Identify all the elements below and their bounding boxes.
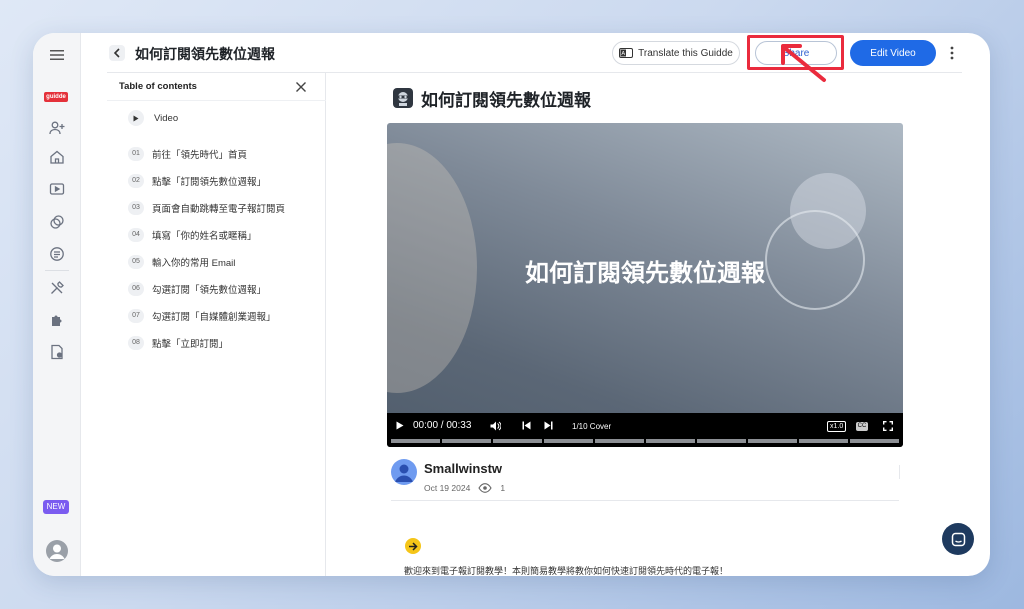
step-label: 勾選訂閱「自媒體創業週報」 — [152, 311, 276, 323]
chat-icon — [951, 532, 965, 546]
translate-label: Translate this Guidde — [638, 47, 733, 59]
tools-icon[interactable] — [47, 278, 67, 298]
progress-segment[interactable] — [391, 439, 440, 443]
step-number: 01 — [128, 146, 144, 161]
document-settings-icon[interactable] — [47, 342, 67, 362]
eye-icon — [478, 483, 492, 493]
progress-segment[interactable] — [442, 439, 491, 443]
progress-segment[interactable] — [850, 439, 899, 443]
intro-text: 歡迎來到電子報訂閱教學！本則簡易教學將教你如何快速訂閱領先時代的電子報！ — [404, 566, 729, 576]
progress-segment[interactable] — [646, 439, 695, 443]
fullscreen-icon[interactable] — [883, 421, 893, 434]
add-user-icon[interactable] — [47, 118, 67, 138]
step-number: 02 — [128, 173, 144, 188]
toc-video-label: Video — [154, 112, 179, 124]
hamburger-menu-icon[interactable] — [47, 45, 67, 65]
toc-header: Table of contents — [107, 73, 326, 101]
step-number: 08 — [128, 335, 144, 350]
playback-speed-button[interactable]: x1.0 — [827, 421, 847, 432]
page-title: 如何訂閱領先數位週報 — [135, 46, 275, 62]
step-label: 頁面會自動跳轉至電子報訂閱頁 — [152, 203, 286, 215]
step-number: 07 — [128, 308, 144, 323]
playlist-icon[interactable] — [47, 244, 67, 264]
video-time: 00:00 / 00:33 — [413, 420, 472, 431]
table-of-contents-panel: Table of contents Video 01 前往「領先時代」首頁 02 點… — [107, 73, 326, 576]
author-avatar[interactable] — [391, 459, 417, 485]
video-library-icon[interactable] — [47, 179, 67, 199]
volume-icon[interactable] — [490, 421, 502, 434]
toc-step-item[interactable]: 05 輸入你的常用 Email — [128, 248, 318, 275]
integrations-puzzle-icon[interactable] — [47, 310, 67, 330]
toc-step-item[interactable]: 02 點擊「訂閱領先數位週報」 — [128, 167, 318, 194]
edit-video-button[interactable]: Edit Video — [850, 40, 936, 66]
top-header: 如何訂閱領先數位週報 A Translate this Guidde Share… — [107, 33, 962, 73]
toc-step-item[interactable]: 06 勾選訂閱「領先數位週報」 — [128, 275, 318, 302]
step-label: 點擊「立即訂閱」 — [152, 338, 229, 350]
play-icon[interactable] — [396, 421, 404, 433]
video-controls: 00:00 / 00:33 1/10 Cover x1.0 CC — [387, 413, 903, 447]
svg-text:A: A — [622, 51, 626, 57]
progress-segment[interactable] — [799, 439, 848, 443]
app-window: guidde NEW 如何訂閱領先數位週報 A Translate this G… — [33, 33, 990, 576]
toc-step-item[interactable]: 01 前往「領先時代」首頁 — [128, 140, 318, 167]
play-icon — [128, 110, 144, 126]
publish-date: Oct 19 2024 — [424, 483, 471, 493]
step-number: 04 — [128, 227, 144, 242]
toc-video-item[interactable]: Video — [128, 110, 178, 126]
captions-button[interactable]: CC — [856, 422, 868, 431]
step-label: 前往「領先時代」首頁 — [152, 149, 248, 161]
progress-segment[interactable] — [697, 439, 746, 443]
toc-step-item[interactable]: 04 填寫「你的姓名或暱稱」 — [128, 221, 318, 248]
toc-step-item[interactable]: 07 勾選訂閱「自媒體創業週報」 — [128, 302, 318, 329]
video-player[interactable]: 如何訂閱領先數位週報 00:00 / 00:33 1/10 Cover x1.0… — [387, 123, 903, 447]
step-label: 填寫「你的姓名或暱稱」 — [152, 230, 257, 242]
arrow-right-icon — [405, 538, 421, 554]
view-count: 1 — [500, 483, 506, 493]
section-divider — [391, 500, 899, 501]
step-label: 勾選訂閱「領先數位週報」 — [152, 284, 267, 296]
video-cover-title: 如何訂閱領先數位週報 — [525, 260, 765, 287]
more-options-icon[interactable] — [945, 43, 959, 63]
translate-button[interactable]: A Translate this Guidde — [612, 41, 740, 65]
annotation-arrow-icon — [781, 44, 826, 82]
rail-divider — [45, 270, 69, 271]
user-avatar[interactable] — [46, 540, 68, 562]
brand-logo[interactable]: guidde — [44, 92, 68, 102]
toc-step-item[interactable]: 03 頁面會自動跳轉至電子報訂閱頁 — [128, 194, 318, 221]
chapter-label: 1/10 Cover — [572, 422, 612, 431]
progress-segment[interactable] — [544, 439, 593, 443]
meta-divider — [899, 465, 900, 479]
home-icon[interactable] — [47, 147, 67, 167]
progress-segment[interactable] — [595, 439, 644, 443]
spaces-icon[interactable] — [47, 212, 67, 232]
back-button[interactable] — [109, 45, 125, 61]
document-thumbnail-icon — [393, 88, 413, 108]
author-meta: Oct 19 2024 1 — [424, 481, 505, 495]
close-icon[interactable] — [295, 80, 309, 94]
translate-icon: A — [619, 48, 634, 58]
document-header: 如何訂閱領先數位週報 — [393, 87, 591, 110]
chat-support-button[interactable] — [942, 523, 974, 555]
step-number: 05 — [128, 254, 144, 269]
new-badge[interactable]: NEW — [43, 500, 69, 514]
step-number: 06 — [128, 281, 144, 296]
left-rail: guidde NEW — [33, 33, 81, 576]
previous-chapter-icon[interactable] — [522, 421, 531, 433]
toc-title: Table of contents — [119, 81, 197, 92]
chapter-progress-bar[interactable] — [391, 439, 899, 443]
next-chapter-icon[interactable] — [544, 421, 553, 433]
step-number: 03 — [128, 200, 144, 215]
progress-segment[interactable] — [493, 439, 542, 443]
chevron-left-icon — [113, 48, 120, 58]
toc-step-list: 01 前往「領先時代」首頁 02 點擊「訂閱領先數位週報」 03 頁面會自動跳轉至電子… — [128, 140, 318, 356]
step-label: 點擊「訂閱領先數位週報」 — [152, 176, 267, 188]
author-name[interactable]: Smallwinstw — [424, 461, 502, 476]
toc-step-item[interactable]: 08 點擊「立即訂閱」 — [128, 329, 318, 356]
step-label: 輸入你的常用 Email — [152, 257, 236, 269]
progress-segment[interactable] — [748, 439, 797, 443]
document-title: 如何訂閱領先數位週報 — [421, 90, 591, 110]
